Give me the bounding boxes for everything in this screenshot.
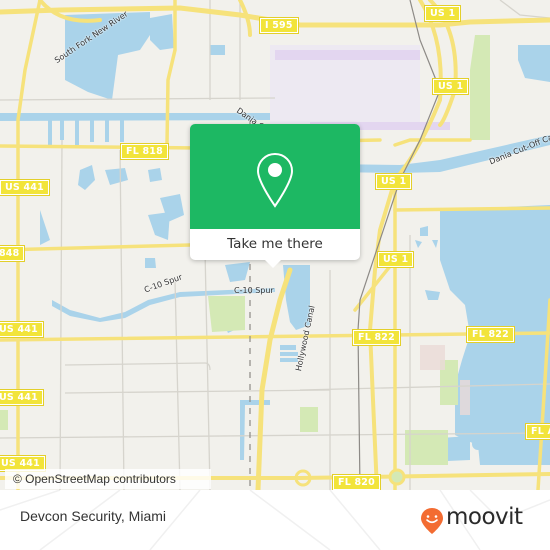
road-shield-us441: US 441 [0,179,50,196]
road-shield-fl822: FL 822 [352,329,401,346]
road-shield-fla1a: FL A1A [524,423,550,440]
park [0,410,8,430]
pond [415,226,438,248]
park [470,35,490,140]
canal-dania-west [0,113,275,121]
moovit-wordmark: moovit [446,504,523,530]
pond [105,168,128,185]
map-canvas[interactable]: South Fork New River Dania Cut-Off Canal… [0,0,550,490]
canal-south [240,400,270,460]
road-shield-us1: US 1 [431,78,470,95]
airport [270,45,450,130]
roundabout [388,468,406,486]
road-dixie [255,267,293,490]
pond [425,290,440,300]
road-shield-fl822: FL 822 [466,326,515,343]
road-shield-us1: US 1 [376,251,415,268]
minor-road [174,279,181,490]
road-shield-848: 848 [0,245,26,262]
pond [145,258,156,268]
urban-area [460,380,470,415]
finger-canals [48,118,124,145]
minor-road [119,149,125,490]
moovit-face-pin-icon [421,508,443,534]
pond [148,168,162,182]
road-east-west [393,206,550,212]
place-name: Devcon Security, Miami [20,508,167,524]
lagoon-end [472,438,484,450]
take-me-there-button[interactable]: Take me there [190,229,360,260]
moovit-logo[interactable]: moovit [420,504,540,534]
road-connector [393,138,472,147]
destination-popup: Take me there [190,124,360,268]
road-shield-us441: US 441 [0,321,44,338]
minor-road [0,97,276,101]
park [405,430,448,465]
road-shield-fl818: FL 818 [120,143,169,160]
pond [210,45,225,55]
osm-attribution-link[interactable]: © OpenStreetMap contributors [5,469,211,489]
lake-northwest-2 [150,14,174,50]
minor-road [499,0,550,19]
pond [40,210,50,245]
minor-road [64,362,211,371]
park [208,296,245,332]
pond [78,165,95,190]
runway-north [275,50,420,60]
minor-road [64,389,331,394]
road-us441 [16,0,42,490]
footer-bar: Devcon Security, Miami moovit [0,490,550,550]
lake-northeast [518,45,550,82]
popup-header [190,124,360,229]
urban-area [420,345,445,370]
road-shield-us1: US 1 [423,5,462,22]
location-pin-icon [256,152,294,208]
popup-pointer [264,259,282,268]
pond [148,212,170,240]
park [300,407,318,432]
road-848 [0,243,192,252]
road-shield-i595: I 595 [259,17,299,34]
pond [225,262,250,282]
road-shield-fl820: FL 820 [332,474,381,490]
road-shield-us1: US 1 [374,173,413,190]
minor-road [204,249,211,490]
water-label-c10-spur-east: C-10 Spur [234,286,274,295]
road-shield-us441: US 441 [0,389,44,406]
